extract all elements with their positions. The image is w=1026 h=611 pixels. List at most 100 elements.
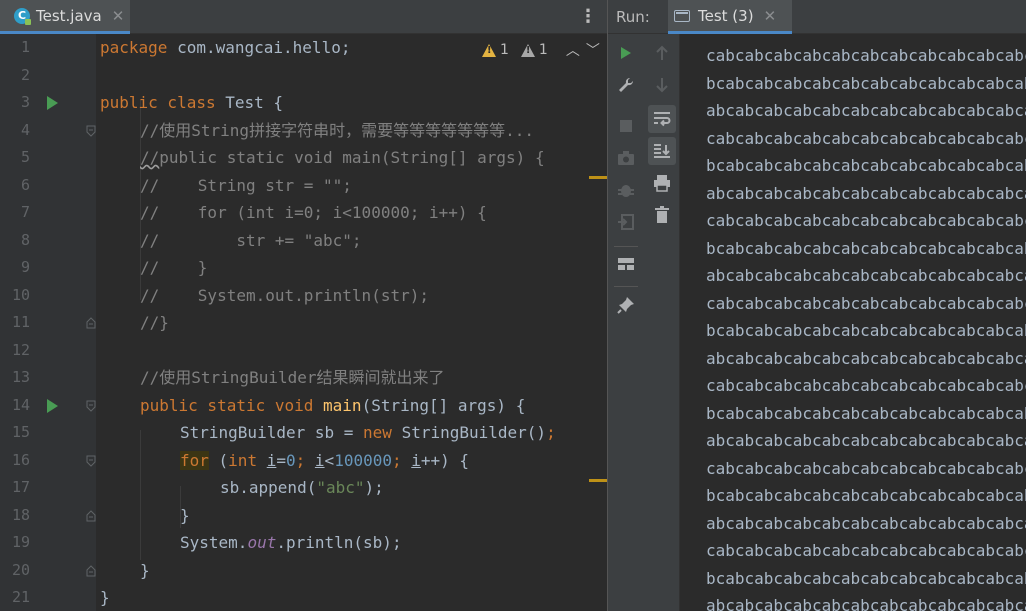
error-stripe-marker[interactable] [589, 479, 607, 482]
run-gutter-icon[interactable] [47, 398, 58, 413]
semicolon: ; [391, 450, 412, 470]
comment-text: public static void main(String[] args) { [159, 148, 545, 167]
code-text: ( [208, 450, 229, 470]
code-text: < [324, 450, 335, 470]
code-line-18: } [180, 505, 190, 525]
fold-close-icon[interactable] [86, 564, 96, 577]
fold-open-icon[interactable] [86, 400, 96, 412]
gutter-line: 6 [0, 172, 96, 200]
warning-count: 1 [500, 42, 509, 58]
code-text: sb.append( [220, 478, 317, 497]
exit-icon[interactable] [612, 208, 640, 236]
fold-close-icon[interactable] [86, 509, 96, 522]
gutter-line: 21 [0, 584, 96, 611]
run-tab-label: Test (3) [698, 6, 754, 25]
run-header: Run: Test (3) ✕ [608, 0, 1026, 34]
code-text: ++) { [420, 450, 470, 470]
output-line: abcabcabcabcabcabcabcabcabcabcabcab [706, 431, 1026, 450]
gutter-line: 20 [0, 557, 96, 585]
variable-i: i [266, 450, 277, 470]
output-line: cabcabcabcabcabcabcabcabcabcabcabca [706, 376, 1026, 395]
console-icon [674, 9, 690, 22]
up-arrow-icon[interactable] [648, 39, 676, 67]
code-line-6: // String str = ""; [140, 175, 352, 195]
tab-test-3[interactable]: Test (3) ✕ [668, 0, 792, 34]
layout-icon[interactable] [612, 250, 640, 278]
stop-icon[interactable] [612, 112, 640, 140]
run-gutter-icon[interactable] [47, 96, 58, 110]
output-line: cabcabcabcabcabcabcabcabcabcabcabca [706, 541, 1026, 560]
soft-wrap-icon[interactable] [648, 105, 676, 133]
console-output[interactable]: cabcabcabcabcabcabcabcabcabcabcabca bcabc… [706, 34, 1026, 611]
gutter-line: 15 [0, 419, 96, 447]
line-number: 14 [11, 395, 30, 414]
more-vertical-icon[interactable]: ⋮ [579, 6, 597, 27]
keyword-for-highlighted: for [180, 450, 209, 470]
gutter-line: 18 [0, 502, 96, 530]
close-icon[interactable]: ✕ [764, 7, 777, 25]
line-number: 6 [20, 175, 30, 194]
run-panel: Run: Test (3) ✕ cabcabcabcabcabcabcabcab… [607, 0, 1026, 611]
trash-icon[interactable] [648, 201, 676, 229]
scroll-to-end-icon[interactable] [648, 137, 676, 165]
error-stripe-marker[interactable] [589, 176, 607, 179]
string-literal: "abc" [316, 478, 365, 497]
output-line: cabcabcabcabcabcabcabcabcabcabcabca [706, 46, 1026, 65]
semicolon: ; [546, 423, 556, 442]
code-line-17: sb.append("abc"); [220, 474, 384, 502]
line-number: 8 [20, 230, 30, 249]
line-number: 7 [20, 203, 30, 221]
gutter-line: 17 [0, 474, 96, 502]
keyword: public class [100, 93, 216, 112]
code-line-14: public static void main(String[] args) { [140, 392, 525, 420]
method-params: (String[] args) { [361, 395, 526, 415]
editor-tab-bar: C Test.java ✕ ⋮ [0, 0, 607, 34]
code-line-5: //public static void main(String[] args)… [140, 144, 545, 172]
code-line-16: for (int i=0; i<100000; i++) { [180, 447, 469, 475]
fold-open-icon[interactable] [86, 125, 96, 137]
ide-window: C Test.java ✕ ⋮ 1 2 3 4 5 6 7 8 9 10 11 12 13 14 15 16 1… [0, 0, 1026, 611]
variable-i: i [411, 450, 421, 470]
chevron-down-icon[interactable]: ﹀ [586, 40, 600, 60]
gutter-line: 10 [0, 282, 96, 310]
inspection-widget[interactable]: 1 1 ︿ ﹀ [482, 39, 600, 61]
semicolon: ; [295, 450, 315, 470]
output-line: bcabcabcabcabcabcabcabcabcabcabcabc [706, 321, 1026, 340]
line-number: 4 [20, 120, 30, 139]
gutter-line: 7 [0, 199, 96, 227]
close-icon[interactable]: ✕ [112, 7, 125, 25]
output-line: abcabcabcabcabcabcabcabcabcabcabcab [706, 183, 1026, 203]
tab-label: Test.java [36, 6, 102, 25]
down-arrow-icon[interactable] [648, 71, 676, 99]
pin-icon[interactable] [612, 291, 640, 319]
fold-close-icon[interactable] [86, 317, 96, 329]
gutter-line: 12 [0, 337, 96, 365]
debug-bug-icon[interactable] [612, 176, 640, 204]
indent-guide [140, 430, 141, 560]
variable-i: i [314, 450, 325, 470]
output-line: abcabcabcabcabcabcabcabcabcabcabcab [706, 266, 1026, 285]
camera-icon[interactable] [612, 144, 640, 172]
line-number: 13 [11, 368, 30, 386]
output-line: abcabcabcabcabcabcabcabcabcabcabcab [706, 348, 1026, 368]
gutter-line: 13 [0, 364, 96, 392]
chevron-up-icon[interactable]: ︿ [566, 40, 580, 60]
code-line-19: System.out.println(sb); [180, 529, 402, 557]
rerun-icon[interactable] [612, 39, 640, 67]
code-text: StringBuilder() [391, 423, 547, 442]
code-area[interactable]: package com.wangcai.hello; public class … [100, 34, 607, 611]
toolbar-separator [614, 286, 638, 287]
weak-warning-count: 1 [538, 42, 548, 58]
output-line: abcabcabcabcabcabcabcabcabcabcabcab [706, 596, 1026, 611]
toolbar-separator [614, 246, 638, 247]
code-line-20: } [140, 560, 150, 580]
code-line-11: //} [140, 313, 169, 332]
tab-test-java[interactable]: C Test.java ✕ [0, 0, 130, 34]
wrench-icon[interactable] [612, 71, 640, 99]
line-gutter: 1 2 3 4 5 6 7 8 9 10 11 12 13 14 15 16 17 18 19 20 21 [0, 34, 96, 611]
code-line-4: //使用String拼接字符串时，需要等等等等等等等... [140, 120, 534, 140]
fold-open-icon[interactable] [86, 455, 96, 467]
print-icon[interactable] [648, 169, 676, 197]
run-toolbar-primary [608, 34, 644, 611]
line-number: 11 [11, 313, 30, 331]
